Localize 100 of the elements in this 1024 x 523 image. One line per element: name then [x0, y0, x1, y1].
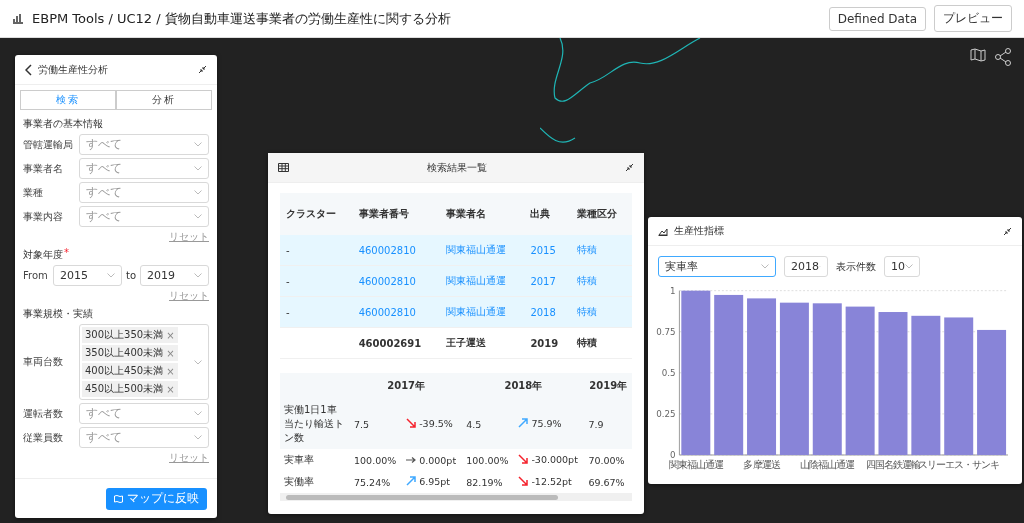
table-cell: - — [280, 265, 353, 297]
table-cell: 特積 — [571, 265, 632, 297]
table-cell: 実車率 — [280, 449, 350, 471]
column-header: 2018年 — [462, 373, 585, 399]
axis-tick-label: 0.75 — [656, 326, 676, 337]
panel-title: 検索結果一覧 — [426, 160, 488, 175]
remove-tag-button[interactable]: × — [166, 383, 175, 395]
reset-link[interactable]: リセット — [169, 289, 209, 303]
change-value: -39.5% — [419, 417, 453, 429]
column-header[interactable]: 事業者名 — [440, 193, 525, 235]
table-cell: 2018 — [524, 296, 572, 328]
axis-tick-label: 1 — [670, 285, 676, 296]
collapse-icon[interactable] — [625, 163, 634, 172]
column-header: 2019年 — [584, 373, 632, 399]
field-label: 車両台数 — [23, 355, 64, 369]
table-cell[interactable]: 王子運送 — [440, 327, 525, 359]
table-cell: - — [280, 296, 353, 328]
collapse-icon[interactable] — [198, 65, 207, 74]
remove-tag-button[interactable]: × — [166, 365, 175, 377]
chevron-down-icon — [107, 273, 115, 278]
field-label: 管轄運輸局 — [23, 137, 74, 152]
chevron-down-icon — [905, 264, 913, 270]
select-field[interactable]: すべて — [79, 158, 209, 179]
remove-tag-button[interactable]: × — [166, 329, 175, 341]
table-cell-text: 82.19% — [465, 475, 504, 490]
panel-title: 労働生産性分析 — [38, 62, 109, 77]
column-header[interactable]: 出典 — [524, 193, 572, 235]
table-cell: 2015 — [524, 235, 572, 266]
share-icon[interactable] — [994, 48, 1012, 66]
reset-link[interactable]: リセット — [169, 451, 209, 465]
table-cell: - — [280, 235, 353, 266]
change-value: 75.9% — [531, 417, 562, 429]
page-title: EBPM Tools / UC12 / 貨物自動車運送事業者の労働生産性に関する分析 — [32, 9, 452, 28]
select-field[interactable]: すべて — [79, 403, 209, 424]
change-value: -12.52pt — [531, 475, 572, 487]
chevron-down-icon — [194, 273, 202, 278]
metric-select[interactable]: 実車率 — [658, 256, 776, 278]
section-title: 事業者の基本情報 — [23, 117, 103, 131]
table-cell: 460002810 — [352, 265, 441, 297]
arrow-up-right-icon — [518, 418, 529, 429]
chevron-down-icon — [761, 264, 769, 270]
field-label: 運転者数 — [23, 406, 64, 421]
chevron-down-icon — [194, 166, 202, 171]
table-cell[interactable]: 関東福山通運 — [440, 235, 525, 266]
count-select[interactable]: 10 — [884, 256, 920, 278]
bar-chart-icon — [12, 13, 24, 24]
table-cell-text: 69.67% — [587, 475, 626, 490]
axis-tick-label: 0.25 — [656, 408, 676, 419]
arrow-down-right-icon — [518, 454, 529, 465]
required-mark: * — [64, 247, 69, 258]
chevron-down-icon — [194, 142, 202, 147]
tag: 450以上500未満 × — [82, 381, 178, 397]
field-label: 表示件数 — [836, 259, 876, 274]
table-cell[interactable]: 関東福山通運 — [440, 265, 525, 297]
section-title: 対象年度 — [23, 248, 63, 262]
chevron-down-icon — [194, 359, 202, 365]
table-cell: 実働1日1車当たり輸送トン数 — [280, 399, 350, 449]
panel-title: 生産性指標 — [674, 224, 725, 238]
tag: 400以上450未満 × — [82, 363, 178, 379]
column-header[interactable]: 業種区分 — [571, 193, 632, 235]
header-button[interactable]: Defined Data — [828, 6, 926, 31]
column-header: 2017年 — [350, 373, 463, 399]
column-header[interactable]: 事業者番号 — [352, 193, 441, 235]
arrow-up-right-icon — [406, 476, 417, 487]
axis-tick-label: 0.5 — [661, 367, 676, 378]
tab[interactable]: 分析 — [116, 90, 212, 110]
tab[interactable]: 検索 — [20, 90, 116, 110]
select-field[interactable]: すべて — [79, 427, 209, 448]
column-header[interactable]: クラスター — [280, 193, 353, 235]
year-select[interactable]: 2018 — [784, 256, 828, 278]
collapse-icon[interactable] — [1003, 226, 1012, 236]
select-field[interactable]: 2019 — [140, 265, 209, 286]
map-icon[interactable] — [970, 48, 986, 62]
reset-link[interactable]: リセット — [169, 230, 209, 244]
select-field[interactable]: 2015 — [53, 265, 122, 286]
axis-tick-label: 0 — [670, 449, 676, 460]
multi-select-field[interactable]: 300以上350未満 × 350以上400未満 × 400以上450未満 × 450以上500未満 × — [79, 324, 209, 400]
change-value: 0.000pt — [419, 454, 457, 466]
axis-category-label: 四国名鉄運輸 — [865, 458, 921, 470]
back-icon[interactable] — [25, 63, 32, 76]
chevron-down-icon — [194, 435, 202, 440]
select-field[interactable]: すべて — [79, 134, 209, 155]
change-value: 6.95pt — [419, 475, 451, 487]
table-cell[interactable]: 関東福山通運 — [440, 296, 525, 328]
header-button[interactable]: プレビュー — [934, 5, 1012, 32]
table-cell: 460002810 — [352, 296, 441, 328]
select-field[interactable]: すべて — [79, 206, 209, 227]
apply-to-map-button[interactable]: マップに反映 — [106, 487, 207, 510]
field-label: to — [126, 270, 137, 281]
table-cell: 7.9 — [584, 399, 632, 449]
table-cell: 100.00% — [350, 449, 403, 471]
map-icon — [114, 494, 123, 503]
axis-category-label: 山陰福山通運 — [800, 458, 855, 470]
remove-tag-button[interactable]: × — [166, 347, 175, 359]
arrow-down-right-icon — [406, 418, 417, 429]
table-cell: 7.5 — [350, 399, 403, 449]
select-field[interactable]: すべて — [79, 182, 209, 203]
chevron-down-icon — [194, 214, 202, 219]
table-cell: 100.00% — [462, 449, 515, 471]
horizontal-scrollbar[interactable] — [280, 493, 632, 501]
